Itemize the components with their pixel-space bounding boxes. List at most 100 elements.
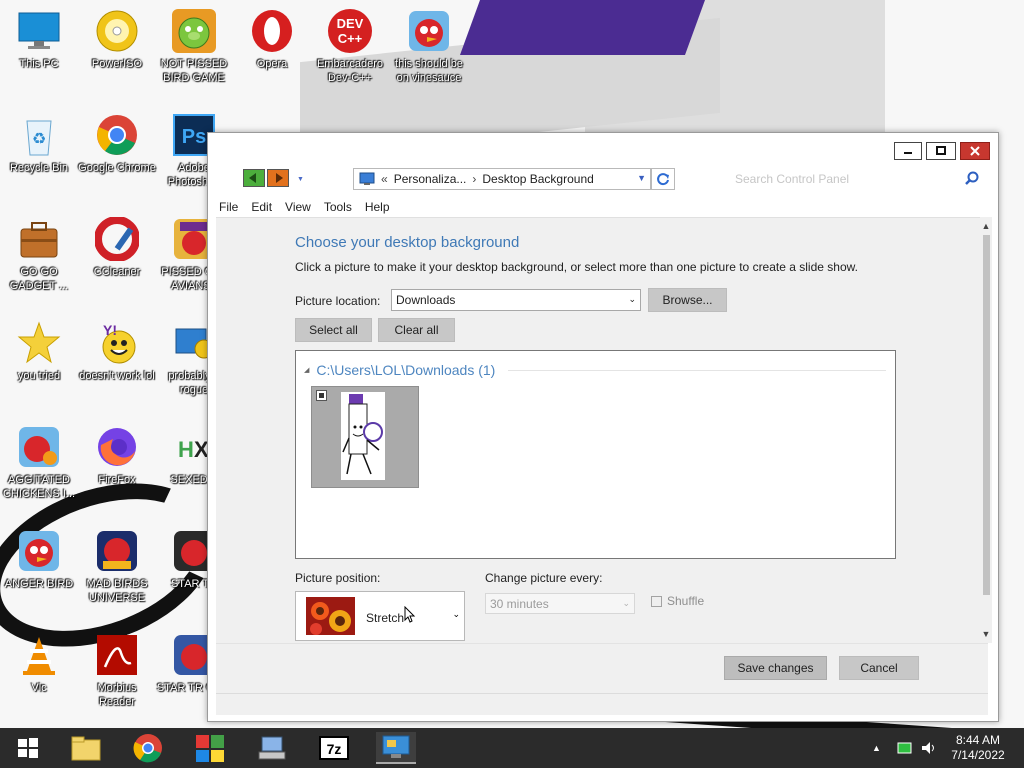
desktop-icon-chrome[interactable]: Google Chrome bbox=[78, 112, 156, 175]
folder-group-header[interactable]: ◢ C:\Users\LOL\Downloads (1) bbox=[304, 362, 495, 378]
maximize-button[interactable] bbox=[926, 142, 956, 160]
menu-help[interactable]: Help bbox=[365, 200, 390, 214]
svg-text:7z: 7z bbox=[327, 741, 342, 757]
pdf-reader-icon bbox=[94, 632, 140, 678]
wallpaper-shape bbox=[459, 0, 706, 55]
taskbar-network-computer[interactable] bbox=[252, 732, 292, 764]
shuffle-label: Shuffle bbox=[667, 594, 705, 608]
picture-position-label: Picture position: bbox=[295, 571, 381, 585]
control-panel-icon bbox=[359, 172, 375, 185]
control-panel-icon bbox=[382, 735, 410, 758]
forward-button[interactable] bbox=[267, 169, 289, 187]
desktop-icon-mad-birds-universe[interactable]: MAD BIRDS UNIVERSE bbox=[78, 528, 156, 605]
desktop-icon-opera[interactable]: Opera bbox=[233, 8, 311, 71]
menu-view[interactable]: View bbox=[285, 200, 311, 214]
breadcrumb-desktop-background[interactable]: Desktop Background bbox=[482, 172, 593, 186]
scroll-down-icon[interactable]: ▼ bbox=[980, 627, 992, 641]
picture-location-label: Picture location: bbox=[295, 294, 381, 308]
menu-tools[interactable]: Tools bbox=[324, 200, 352, 214]
search-icon[interactable] bbox=[964, 171, 980, 187]
picture-thumbnail-tile[interactable] bbox=[311, 386, 419, 488]
marker-character-thumbnail bbox=[341, 392, 385, 480]
desktop-icon-ccleaner[interactable]: CCleaner bbox=[78, 216, 156, 279]
vlc-cone-icon bbox=[16, 632, 62, 678]
minimize-icon bbox=[904, 152, 912, 154]
change-picture-label: Change picture every: bbox=[485, 571, 603, 585]
desktop-icon-vlc[interactable]: Vlc bbox=[0, 632, 78, 695]
seven-zip-icon: 7z bbox=[319, 736, 349, 760]
overflow-chevron-icon[interactable]: « bbox=[381, 172, 388, 186]
address-dropdown-icon[interactable]: ▼ bbox=[637, 173, 646, 183]
select-all-button[interactable]: Select all bbox=[295, 318, 372, 342]
picture-select-checkbox[interactable] bbox=[316, 390, 327, 401]
minimize-button[interactable] bbox=[894, 142, 922, 160]
taskbar-clock[interactable]: 8:44 AM 7/14/2022 bbox=[946, 733, 1010, 763]
space-bird-icon bbox=[94, 528, 140, 574]
system-tray: ▲ bbox=[872, 728, 937, 768]
shuffle-checkbox-box bbox=[651, 595, 662, 607]
taskbar-control-panel[interactable] bbox=[376, 732, 416, 764]
desktop-icon-doesnt-work[interactable]: Y! doesn't work lol bbox=[78, 320, 156, 383]
taskbar-file-explorer[interactable] bbox=[66, 732, 106, 764]
picture-location-value: Downloads bbox=[396, 293, 456, 307]
desktop-icon-recycle-bin[interactable]: ♻ Recycle Bin bbox=[0, 112, 78, 175]
desktop-icon-go-go-gadget[interactable]: GO GO GADGET ... bbox=[0, 216, 78, 293]
opera-icon bbox=[249, 8, 295, 54]
cancel-button[interactable]: Cancel bbox=[839, 656, 919, 680]
desktop-icon-anger-bird[interactable]: ANGER BIRD bbox=[0, 528, 78, 591]
battery-status-icon[interactable] bbox=[897, 741, 913, 755]
menu-edit[interactable]: Edit bbox=[251, 200, 272, 214]
clear-all-button[interactable]: Clear all bbox=[378, 318, 455, 342]
collapse-triangle-icon[interactable]: ◢ bbox=[304, 366, 309, 374]
search-input[interactable]: Search Control Panel bbox=[735, 172, 849, 186]
windows-flag-icon bbox=[196, 735, 224, 762]
close-button[interactable] bbox=[960, 142, 990, 160]
desktop-icon-firefox[interactable]: FireFox bbox=[78, 424, 156, 487]
picture-position-select[interactable]: Stretch ⌄ bbox=[295, 591, 465, 641]
title-bar[interactable] bbox=[208, 133, 998, 167]
firefox-icon bbox=[94, 424, 140, 470]
address-bar[interactable]: « Personaliza... › Desktop Background ▼ bbox=[353, 168, 651, 190]
start-button[interactable] bbox=[8, 732, 48, 764]
search-box[interactable]: Search Control Panel bbox=[728, 168, 992, 190]
group-divider bbox=[508, 370, 886, 371]
menu-file[interactable]: File bbox=[219, 200, 238, 214]
desktop-icon-not-pissed-bird[interactable]: NOT PISSED BIRD GAME bbox=[155, 8, 233, 85]
desktop-icon-dev-cpp[interactable]: DEV C++ Embarcadero Dev-C++ bbox=[311, 8, 389, 85]
picture-location-select[interactable]: Downloads ⌄ bbox=[391, 289, 641, 311]
taskbar-windows-app[interactable] bbox=[190, 732, 230, 764]
desktop-icon-morbius-reader[interactable]: Morbius Reader bbox=[78, 632, 156, 709]
desktop-icon-poweriso[interactable]: PowerISO bbox=[78, 8, 156, 71]
red-bird-icon bbox=[16, 424, 62, 470]
change-picture-select: 30 minutes ⌄ bbox=[485, 593, 635, 614]
refresh-button[interactable] bbox=[651, 168, 675, 190]
desktop-icon-this-pc[interactable]: This PC bbox=[0, 8, 78, 71]
scroll-up-icon[interactable]: ▲ bbox=[980, 219, 992, 233]
taskbar-7zip[interactable]: 7z bbox=[314, 732, 354, 764]
show-hidden-icons-chevron-icon[interactable]: ▲ bbox=[872, 743, 881, 753]
desktop-background-window: ▼ « Personaliza... › Desktop Background … bbox=[207, 132, 999, 722]
content-pane: Choose your desktop background Click a p… bbox=[216, 217, 988, 643]
green-pig-game-icon bbox=[171, 8, 217, 54]
briefcase-icon bbox=[16, 216, 62, 262]
breadcrumb-personalization[interactable]: Personaliza... bbox=[394, 172, 467, 186]
scrollbar-thumb[interactable] bbox=[983, 235, 990, 595]
back-arrow-icon bbox=[249, 173, 256, 183]
dev-cpp-icon: DEV C++ bbox=[327, 8, 373, 54]
svg-text:H: H bbox=[178, 437, 194, 462]
back-button[interactable] bbox=[243, 169, 265, 187]
flower-preview-icon bbox=[306, 597, 355, 635]
taskbar-google-chrome[interactable] bbox=[128, 732, 168, 764]
recent-pages-dropdown[interactable]: ▼ bbox=[297, 176, 304, 183]
breadcrumb-separator-icon[interactable]: › bbox=[472, 172, 476, 186]
forward-arrow-icon bbox=[276, 173, 283, 183]
desktop-icon-vinesauce[interactable]: this should be on vinesauce bbox=[390, 8, 468, 85]
volume-icon[interactable] bbox=[921, 741, 937, 755]
picture-position-value: Stretch bbox=[366, 611, 405, 625]
picture-list[interactable]: ◢ C:\Users\LOL\Downloads (1) bbox=[295, 350, 896, 559]
browse-button[interactable]: Browse... bbox=[648, 288, 727, 312]
desktop-icon-you-tried[interactable]: you tried bbox=[0, 320, 78, 383]
desktop-icon-agitated-chickens[interactable]: AGGITATED CHICKENS I... bbox=[0, 424, 78, 501]
save-changes-button[interactable]: Save changes bbox=[724, 656, 827, 680]
vertical-scrollbar[interactable]: ▲ ▼ bbox=[980, 217, 992, 643]
